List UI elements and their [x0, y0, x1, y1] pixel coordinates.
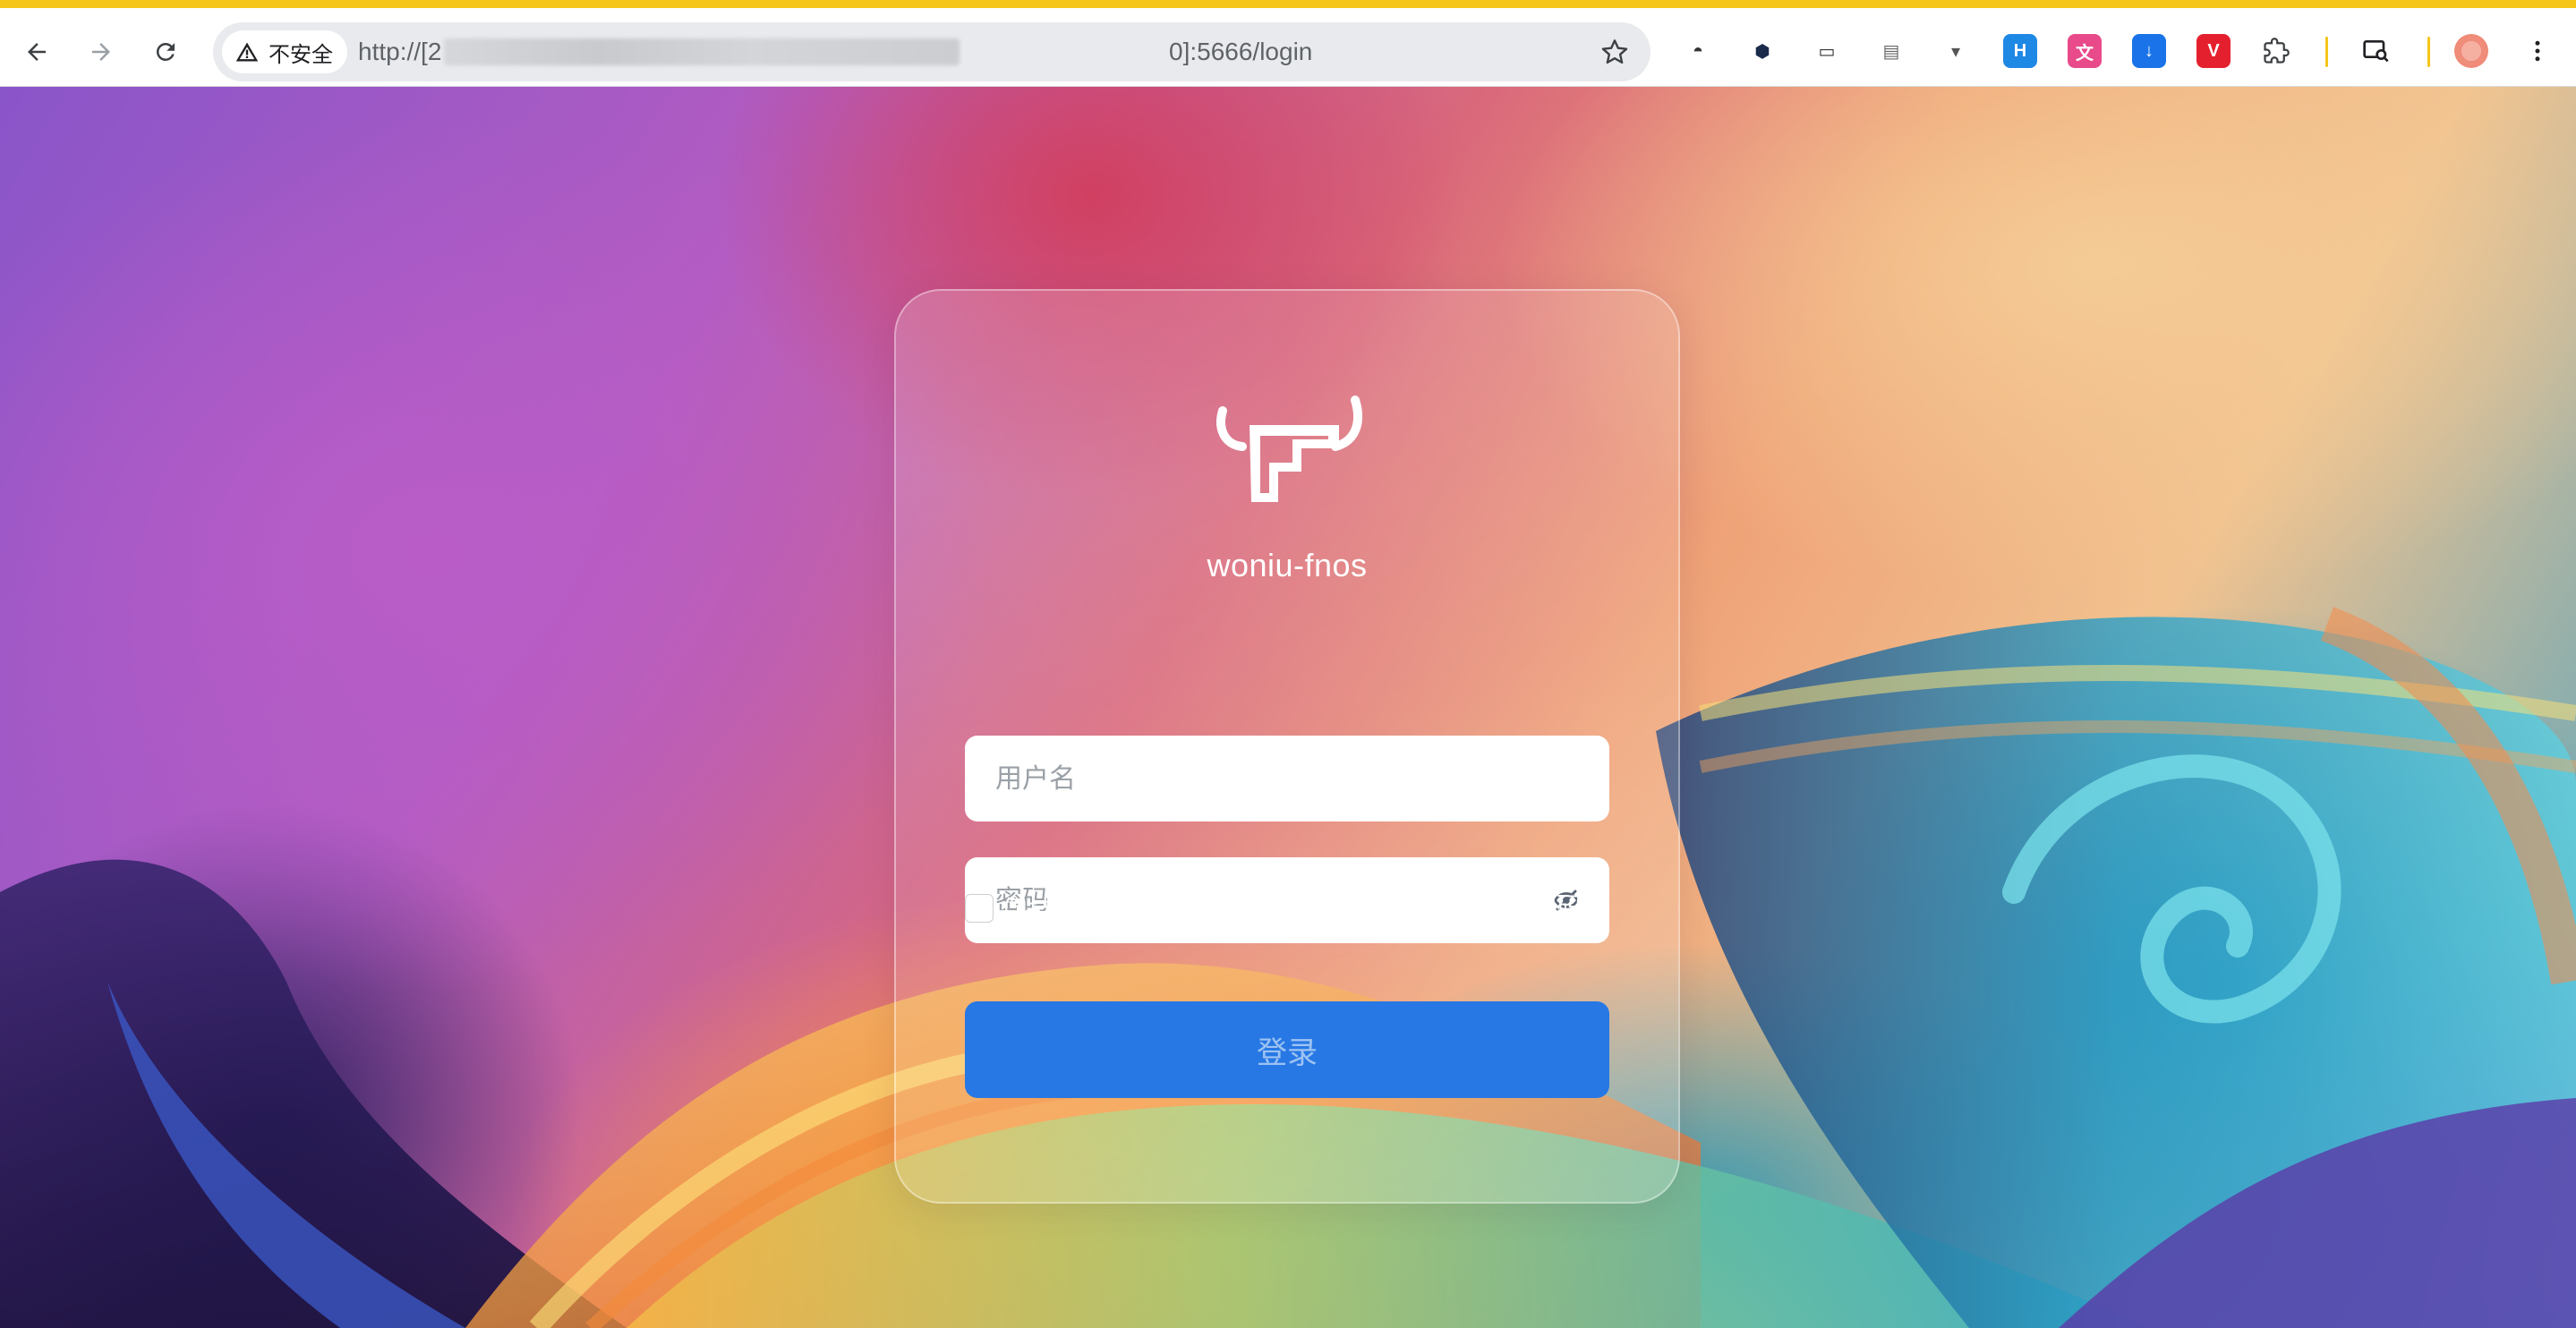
profile-avatar-icon[interactable]: [2454, 34, 2488, 68]
app-name: woniu-fnos: [1207, 547, 1368, 583]
forgot-password-link[interactable]: 忘记密码?: [1476, 890, 1598, 926]
url-redacted: [444, 38, 960, 65]
bull-logo-icon: [1216, 396, 1362, 502]
star-icon: [1601, 39, 1628, 64]
search-tabs-icon[interactable]: [2359, 34, 2393, 68]
extensions-puzzle-icon[interactable]: [2259, 34, 2293, 68]
url-prefix: http://[2: [358, 38, 442, 65]
remember-label: 保持登录: [1001, 896, 1108, 927]
v-ext-icon[interactable]: V: [2196, 34, 2231, 68]
security-label: 不安全: [269, 42, 333, 67]
hexagon-ext-icon[interactable]: ⬢: [1745, 34, 1779, 68]
remember-checkbox[interactable]: [965, 894, 994, 923]
toolbar-divider: [2427, 37, 2430, 67]
reload-icon: [156, 42, 175, 61]
h-ext-icon[interactable]: H: [2003, 34, 2037, 68]
reload-button[interactable]: [145, 31, 186, 72]
forward-button[interactable]: [81, 31, 122, 72]
username-input[interactable]: [995, 762, 1579, 795]
url-suffix: 0]:5666/login: [1169, 38, 1313, 65]
bookmark-star-button[interactable]: [1597, 34, 1633, 70]
toolbar-divider: [2325, 37, 2328, 67]
login-button[interactable]: 登录: [965, 1001, 1609, 1098]
address-bar[interactable]: 不安全 http://[2 0]:5666/login: [213, 22, 1651, 81]
login-card: woniu-fnos 保持登录 忘记密码? 登录: [894, 289, 1680, 1204]
arrow-left-icon: [28, 43, 46, 61]
translate-ext-icon[interactable]: 文: [2068, 34, 2102, 68]
security-chip[interactable]: 不安全: [222, 30, 347, 73]
download-ext-icon[interactable]: ↓: [2132, 34, 2166, 68]
incognito-ext-icon[interactable]: ◓: [1681, 34, 1715, 68]
back-button[interactable]: [16, 31, 57, 72]
browser-toolbar: 不安全 http://[2 0]:5666/login ◓ ⬢ ▭ ▤ ▾ H 文 ↓ V: [0, 0, 2576, 87]
remember-me[interactable]: 保持登录: [965, 890, 1108, 927]
subtitle-ext-icon[interactable]: ▭: [1810, 34, 1844, 68]
menu-kebab-icon[interactable]: [2521, 34, 2555, 68]
login-page: woniu-fnos 保持登录 忘记密码? 登录: [0, 87, 2576, 1328]
shield-ext-icon[interactable]: ▾: [1939, 34, 1973, 68]
warning-icon: [235, 42, 259, 62]
username-field[interactable]: [965, 736, 1609, 821]
arrow-right-icon: [92, 43, 110, 61]
reader-ext-icon[interactable]: ▤: [1874, 34, 1908, 68]
